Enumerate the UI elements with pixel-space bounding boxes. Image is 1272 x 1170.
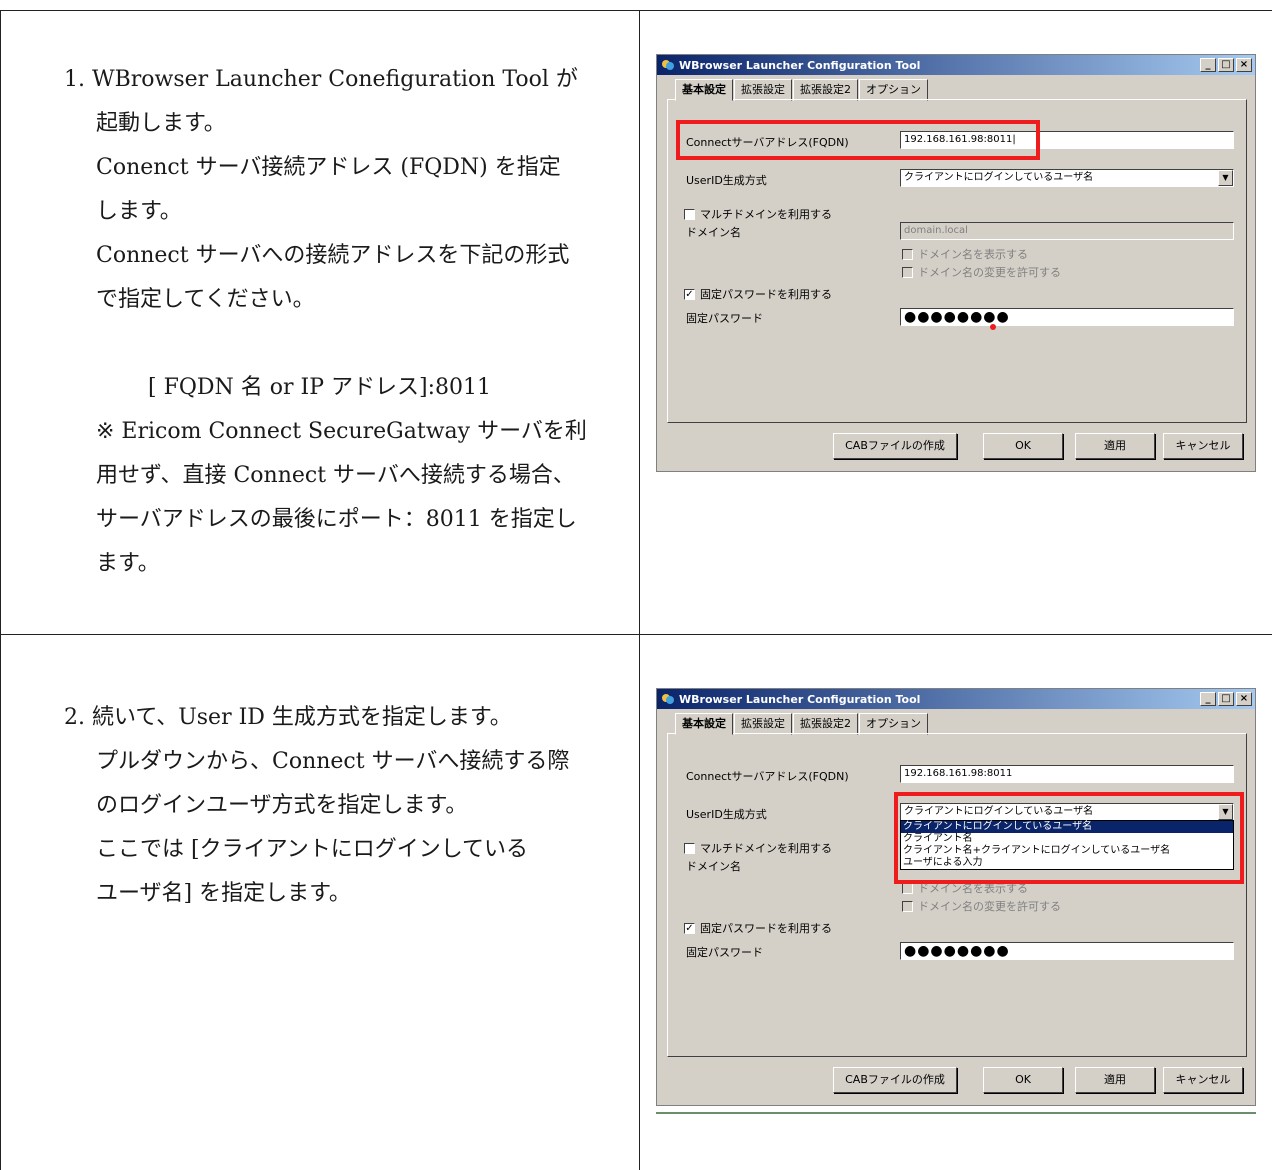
step2-line-2: プルダウンから、Connect サーバへ接続する際 xyxy=(96,749,570,774)
minimize-button[interactable]: _ xyxy=(1200,692,1216,706)
tab-bar: 基本設定 拡張設定 拡張設定2 オプション xyxy=(675,713,929,735)
ok-button[interactable]: OK xyxy=(983,433,1063,459)
checkbox-box xyxy=(684,842,695,854)
tab-basic[interactable]: 基本設定 xyxy=(675,713,733,735)
step1-line-2: 起動します。 xyxy=(96,111,226,136)
tab-extended[interactable]: 拡張設定 xyxy=(734,79,792,101)
highlight-box xyxy=(894,792,1244,884)
fixed-password-use-label: 固定パスワードを利用する xyxy=(700,288,832,301)
fqdn-input[interactable]: 192.168.161.98:8011 xyxy=(900,765,1234,783)
multi-domain-checkbox[interactable]: マルチドメインを利用する xyxy=(684,840,832,856)
window-titlebar[interactable]: WBrowser Launcher Configuration Tool _ □… xyxy=(657,689,1255,709)
tab-extended-2[interactable]: 拡張設定2 xyxy=(793,79,858,101)
userid-label: UserID生成方式 xyxy=(686,808,767,821)
window-title: WBrowser Launcher Configuration Tool xyxy=(679,58,921,72)
maximize-button[interactable]: □ xyxy=(1218,58,1234,72)
tab-basic[interactable]: 基本設定 xyxy=(675,79,733,101)
checkbox-box xyxy=(902,900,913,912)
cancel-button[interactable]: キャンセル xyxy=(1163,1067,1243,1093)
userid-label: UserID生成方式 xyxy=(686,174,767,187)
tab-options[interactable]: オプション xyxy=(859,79,928,101)
domain-input[interactable]: domain.local xyxy=(900,222,1234,240)
checkbox-box xyxy=(902,248,913,260)
app-icon xyxy=(662,60,674,70)
userid-select[interactable]: クライアントにログインしているユーザ名 ▼ xyxy=(900,169,1234,187)
step2-line-3: のログインユーザ方式を指定します。 xyxy=(96,793,468,818)
tab-extended[interactable]: 拡張設定 xyxy=(734,713,792,735)
userid-selected-value: クライアントにログインしているユーザ名 xyxy=(904,172,1094,183)
step2-line-5: ユーザ名] を指定します。 xyxy=(96,881,351,906)
step1-line-11: ます。 xyxy=(96,551,160,576)
config-window-1: WBrowser Launcher Configuration Tool _ □… xyxy=(656,54,1256,472)
fixed-password-label: 固定パスワード xyxy=(686,312,763,325)
show-domain-label: ドメイン名を表示する xyxy=(918,248,1028,261)
create-cab-button[interactable]: CABファイルの作成 xyxy=(833,433,957,459)
tab-panel: Connectサーバアドレス(FQDN) 192.168.161.98:8011… xyxy=(667,99,1247,423)
step1-line-8: ※ Ericom Connect SecureGatway サーバを利 xyxy=(96,419,587,444)
tab-panel: Connectサーバアドレス(FQDN) 192.168.161.98:8011… xyxy=(667,733,1247,1057)
fixed-password-checkbox[interactable]: ✓ 固定パスワードを利用する xyxy=(684,920,832,936)
fixed-password-input[interactable]: ●●●●●●●● xyxy=(900,308,1234,326)
table-border-center xyxy=(639,10,640,1170)
allow-domain-change-checkbox[interactable]: ドメイン名の変更を許可する xyxy=(902,264,1061,280)
checkbox-checked: ✓ xyxy=(684,922,695,934)
show-domain-checkbox[interactable]: ドメイン名を表示する xyxy=(902,246,1028,262)
close-button[interactable]: × xyxy=(1236,58,1252,72)
fixed-password-checkbox[interactable]: ✓ 固定パスワードを利用する xyxy=(684,286,832,302)
fixed-password-use-label: 固定パスワードを利用する xyxy=(700,922,832,935)
allow-domain-change-checkbox[interactable]: ドメイン名の変更を許可する xyxy=(902,898,1061,914)
apply-button[interactable]: 適用 xyxy=(1075,433,1155,459)
step1-line-5: Connect サーバへの接続アドレスを下記の形式 xyxy=(96,243,570,268)
fqdn-label: Connectサーバアドレス(FQDN) xyxy=(686,770,849,783)
app-icon xyxy=(662,694,674,704)
fixed-password-input[interactable]: ●●●●●●●● xyxy=(900,942,1234,960)
cancel-button[interactable]: キャンセル xyxy=(1163,433,1243,459)
domain-label: ドメイン名 xyxy=(686,226,741,239)
config-window-2: WBrowser Launcher Configuration Tool _ □… xyxy=(656,688,1256,1106)
step2-line-1: 2. 続いて、User ID 生成方式を指定します。 xyxy=(64,705,512,730)
ok-button[interactable]: OK xyxy=(983,1067,1063,1093)
table-border-top xyxy=(0,10,1272,11)
step1-line-3: Conenct サーバ接続アドレス (FQDN) を指定 xyxy=(96,155,561,180)
multi-domain-label: マルチドメインを利用する xyxy=(700,208,832,221)
multi-domain-checkbox[interactable]: マルチドメインを利用する xyxy=(684,206,832,222)
checkbox-box xyxy=(902,266,913,278)
allow-domain-change-label: ドメイン名の変更を許可する xyxy=(918,900,1061,913)
step1-line-9: 用せず、直接 Connect サーバへ接続する場合、 xyxy=(96,463,575,488)
window-titlebar[interactable]: WBrowser Launcher Configuration Tool _ □… xyxy=(657,55,1255,75)
cursor-dot-icon xyxy=(990,324,996,330)
maximize-button[interactable]: □ xyxy=(1218,692,1234,706)
tab-options[interactable]: オプション xyxy=(859,713,928,735)
window-bottom-edge xyxy=(656,1112,1256,1114)
table-border-middle xyxy=(0,634,1272,635)
step1-line-1: 1. WBrowser Launcher Conefiguration Tool… xyxy=(64,67,578,92)
step1-line-4: します。 xyxy=(96,199,182,224)
tab-bar: 基本設定 拡張設定 拡張設定2 オプション xyxy=(675,79,929,101)
apply-button[interactable]: 適用 xyxy=(1075,1067,1155,1093)
fixed-password-label: 固定パスワード xyxy=(686,946,763,959)
checkbox-box xyxy=(902,882,913,894)
allow-domain-change-label: ドメイン名の変更を許可する xyxy=(918,266,1061,279)
highlight-box xyxy=(676,120,1040,160)
create-cab-button[interactable]: CABファイルの作成 xyxy=(833,1067,957,1093)
close-button[interactable]: × xyxy=(1236,692,1252,706)
step1-line-6: で指定してください。 xyxy=(96,287,315,312)
minimize-button[interactable]: _ xyxy=(1200,58,1216,72)
multi-domain-label: マルチドメインを利用する xyxy=(700,842,832,855)
tab-extended-2[interactable]: 拡張設定2 xyxy=(793,713,858,735)
step1-line-10: サーバアドレスの最後にポート：8011 を指定し xyxy=(96,507,577,532)
checkbox-checked: ✓ xyxy=(684,288,695,300)
table-border-left xyxy=(0,10,1,1170)
step2-line-4: ここでは [クライアントにログインしている xyxy=(96,837,529,862)
chevron-down-icon[interactable]: ▼ xyxy=(1218,170,1233,186)
step2-instructions: 2. 続いて、User ID 生成方式を指定します。 プルダウンから、Conne… xyxy=(64,696,624,916)
step1-format: [ FQDN 名 or IP アドレス]:8011 xyxy=(148,375,491,400)
window-title: WBrowser Launcher Configuration Tool xyxy=(679,692,921,706)
domain-label: ドメイン名 xyxy=(686,860,741,873)
step1-instructions: 1. WBrowser Launcher Conefiguration Tool… xyxy=(64,58,624,586)
checkbox-box xyxy=(684,208,695,220)
